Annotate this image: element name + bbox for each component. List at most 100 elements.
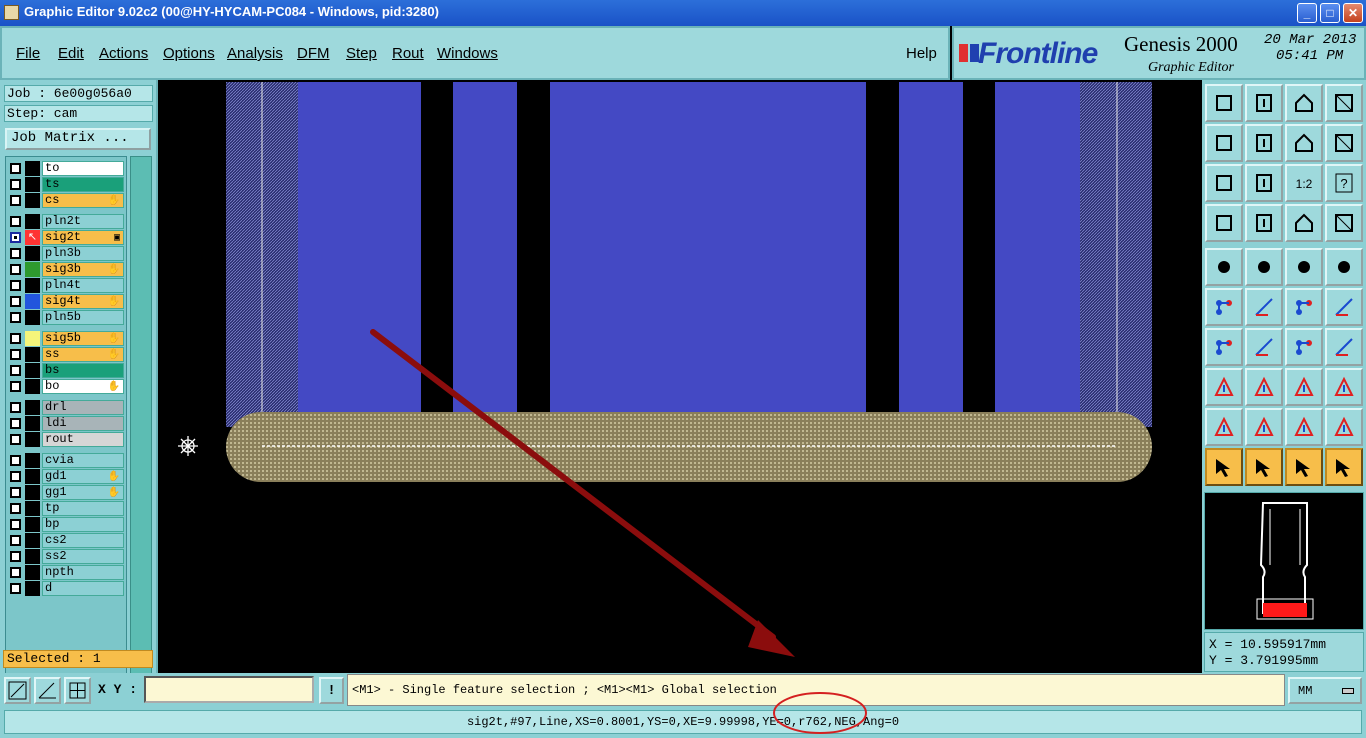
layer-row-pln2t[interactable]: pln2t bbox=[8, 214, 126, 229]
layer-color-swatch[interactable] bbox=[25, 278, 40, 293]
layer-name[interactable]: sig3b ✋ bbox=[42, 262, 124, 277]
layer-color-swatch[interactable] bbox=[25, 485, 40, 500]
mirror-button[interactable] bbox=[1325, 328, 1363, 366]
select-path-button[interactable] bbox=[1325, 448, 1363, 486]
angle-button[interactable] bbox=[1205, 328, 1243, 366]
layer-row-sig3b[interactable]: sig3b ✋ bbox=[8, 262, 126, 277]
layer-row-ss[interactable]: ss ✋ bbox=[8, 347, 126, 362]
layer-list-scrollbar[interactable] bbox=[130, 156, 152, 713]
overview-minimap[interactable] bbox=[1204, 492, 1364, 630]
layer-color-swatch[interactable] bbox=[25, 565, 40, 580]
layer-color-swatch[interactable] bbox=[25, 331, 40, 346]
layer-name[interactable]: gg1 ✋ bbox=[42, 485, 124, 500]
layer-row-npth[interactable]: npth bbox=[8, 565, 126, 580]
layer-row-sig4t[interactable]: sig4t ✋ bbox=[8, 294, 126, 309]
layer-row-bs[interactable]: bs bbox=[8, 363, 126, 378]
menu-windows[interactable]: Windows bbox=[437, 45, 498, 62]
layer-checkbox[interactable] bbox=[10, 567, 21, 578]
layer-name[interactable]: ss ✋ bbox=[42, 347, 124, 362]
layer-name[interactable]: ss2 bbox=[42, 549, 124, 564]
layer-checkbox[interactable] bbox=[10, 503, 21, 514]
select-box-button[interactable] bbox=[1245, 448, 1283, 486]
layer-checkbox[interactable] bbox=[10, 381, 21, 392]
layer-color-swatch[interactable] bbox=[25, 177, 40, 192]
layer-name[interactable]: bo ✋ bbox=[42, 379, 124, 394]
layer-row-bo[interactable]: bo ✋ bbox=[8, 379, 126, 394]
snap-button[interactable] bbox=[1285, 204, 1323, 242]
layer-color-swatch[interactable] bbox=[25, 549, 40, 564]
undo-zoom-button[interactable] bbox=[1285, 124, 1323, 162]
angle-tool-button[interactable] bbox=[34, 677, 61, 704]
layer-row-ss2[interactable]: ss2 bbox=[8, 549, 126, 564]
layer-name[interactable]: pln4t bbox=[42, 278, 124, 293]
tri-d-button[interactable] bbox=[1325, 408, 1363, 446]
layer-name[interactable]: d bbox=[42, 581, 124, 596]
layer-name[interactable]: rout bbox=[42, 432, 124, 447]
layer-color-swatch[interactable] bbox=[25, 501, 40, 516]
select-circle-button[interactable] bbox=[1285, 448, 1323, 486]
layer-checkbox[interactable] bbox=[10, 583, 21, 594]
layer-name[interactable]: sig5b ✋ bbox=[42, 331, 124, 346]
layer-name[interactable]: ldi bbox=[42, 416, 124, 431]
layer-row-bp[interactable]: bp bbox=[8, 517, 126, 532]
layer-color-swatch[interactable] bbox=[25, 453, 40, 468]
polygon-button[interactable] bbox=[1245, 248, 1283, 286]
scale-1-2-button[interactable]: 1:2 bbox=[1285, 164, 1323, 202]
zoom-home-button[interactable] bbox=[1205, 84, 1243, 122]
home-button[interactable] bbox=[1285, 84, 1323, 122]
layer-checkbox[interactable] bbox=[10, 418, 21, 429]
pan-right-button[interactable] bbox=[1245, 124, 1283, 162]
zoom-diag-button[interactable] bbox=[4, 677, 31, 704]
layer-name[interactable]: cvia bbox=[42, 453, 124, 468]
layer-row-cvia[interactable]: cvia bbox=[8, 453, 126, 468]
layer-color-swatch[interactable] bbox=[25, 294, 40, 309]
layer-color-swatch[interactable] bbox=[25, 416, 40, 431]
resize-button[interactable] bbox=[1285, 368, 1323, 406]
measure-button[interactable] bbox=[1205, 368, 1243, 406]
move-node-button[interactable] bbox=[1285, 288, 1323, 326]
menu-dfm[interactable]: DFM bbox=[297, 45, 330, 62]
layer-row-tp[interactable]: tp bbox=[8, 501, 126, 516]
exclaim-button[interactable]: ! bbox=[319, 677, 344, 704]
grid-snap-button[interactable] bbox=[64, 677, 91, 704]
layer-checkbox[interactable] bbox=[10, 349, 21, 360]
layer-checkbox[interactable] bbox=[10, 296, 21, 307]
layer-checkbox[interactable] bbox=[10, 195, 21, 206]
layer-name[interactable]: ts bbox=[42, 177, 124, 192]
layer-color-swatch[interactable]: ↖ bbox=[25, 230, 40, 245]
layer-color-swatch[interactable] bbox=[25, 310, 40, 325]
layer-color-swatch[interactable] bbox=[25, 262, 40, 277]
layer-color-swatch[interactable] bbox=[25, 347, 40, 362]
layer-checkbox[interactable] bbox=[10, 248, 21, 259]
slash-button[interactable] bbox=[1245, 328, 1283, 366]
layer-name[interactable]: gd1 ✋ bbox=[42, 469, 124, 484]
layer-name[interactable]: tp bbox=[42, 501, 124, 516]
layer-checkbox[interactable] bbox=[10, 535, 21, 546]
layer-checkbox[interactable] bbox=[10, 551, 21, 562]
graphic-canvas[interactable] bbox=[158, 82, 1202, 673]
layer-checkbox[interactable] bbox=[10, 365, 21, 376]
layer-color-swatch[interactable] bbox=[25, 533, 40, 548]
selected-line-feature[interactable] bbox=[226, 412, 1152, 482]
layer-checkbox[interactable] bbox=[10, 471, 21, 482]
layer-row-cs[interactable]: cs ✋ bbox=[8, 193, 126, 208]
menu-edit[interactable]: Edit bbox=[58, 45, 84, 62]
layer-color-swatch[interactable] bbox=[25, 581, 40, 596]
xy-input[interactable] bbox=[144, 676, 314, 703]
layer-name[interactable]: cs ✋ bbox=[42, 193, 124, 208]
layer-name[interactable]: sig2t ▣ bbox=[42, 230, 124, 245]
zoom-window-button[interactable] bbox=[1245, 84, 1283, 122]
layer-checkbox[interactable] bbox=[10, 179, 21, 190]
dot-button[interactable] bbox=[1325, 248, 1363, 286]
layer-checkbox[interactable] bbox=[10, 333, 21, 344]
layer-checkbox[interactable] bbox=[10, 434, 21, 445]
layer-color-swatch[interactable] bbox=[25, 214, 40, 229]
connect-button[interactable] bbox=[1205, 288, 1243, 326]
layer-name[interactable]: bp bbox=[42, 517, 124, 532]
layer-row-ts[interactable]: ts bbox=[8, 177, 126, 192]
layer-color-swatch[interactable] bbox=[25, 517, 40, 532]
layer-color-swatch[interactable] bbox=[25, 246, 40, 261]
layer-color-swatch[interactable] bbox=[25, 193, 40, 208]
layer-row-cs2[interactable]: cs2 bbox=[8, 533, 126, 548]
layer-checkbox[interactable] bbox=[10, 402, 21, 413]
